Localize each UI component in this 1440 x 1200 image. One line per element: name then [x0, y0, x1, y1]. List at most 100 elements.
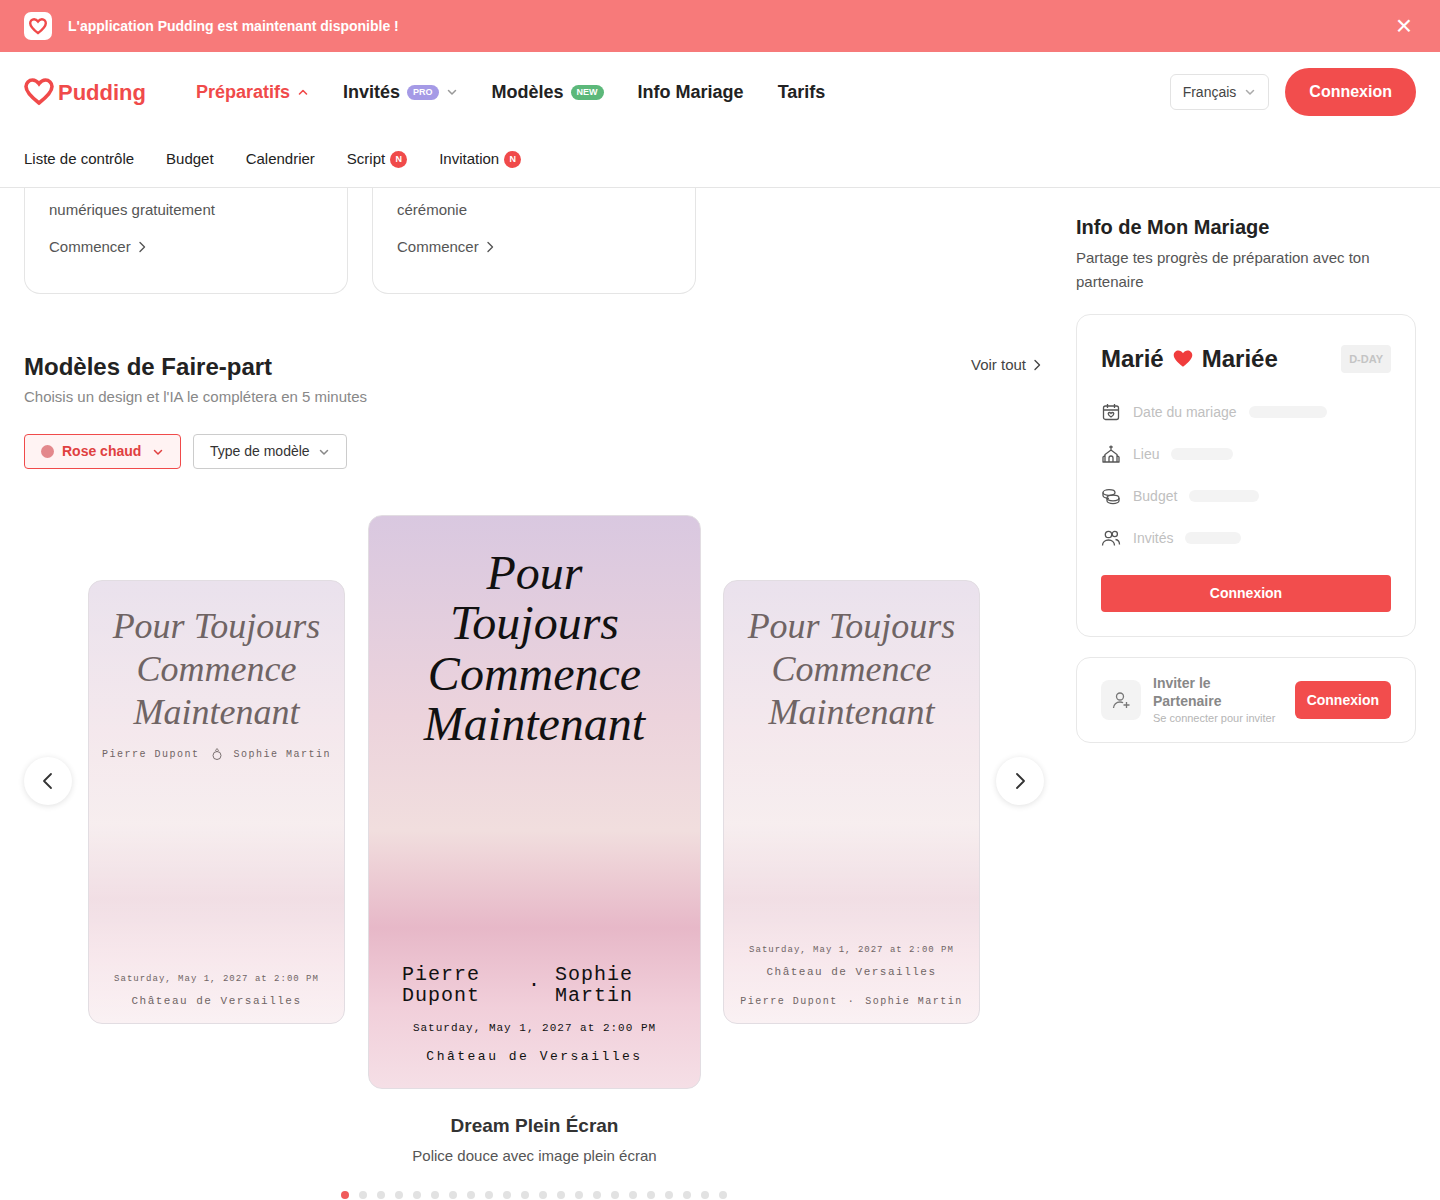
color-dot	[41, 445, 54, 458]
nav-label: Préparatifs	[196, 79, 290, 106]
nav-item[interactable]: Info Mariage	[638, 79, 744, 106]
arrow-left-icon	[37, 770, 59, 792]
start-link[interactable]: Commencer	[397, 236, 497, 259]
couple-title: MariéMariée	[1101, 341, 1278, 377]
section-subtitle: Choisis un design et l'IA le complétera …	[24, 386, 367, 408]
page-body: numériques gratuitementCommencercérémoni…	[0, 188, 1440, 1199]
feature-description: cérémonie	[397, 198, 671, 222]
panel-title: Info de Mon Mariage	[1076, 214, 1416, 240]
section-title: Modèles de Faire-part	[24, 352, 367, 382]
pagination-dot[interactable]	[629, 1191, 637, 1199]
language-select[interactable]: Français	[1170, 74, 1270, 110]
pagination-dot[interactable]	[593, 1191, 601, 1199]
bride-name: Sophie Martin	[555, 964, 667, 1006]
chevron-right-icon	[1030, 358, 1044, 372]
pagination-dot[interactable]	[377, 1191, 385, 1199]
invitation-preview[interactable]: Pour Toujours Commence MaintenantPierre …	[368, 515, 701, 1089]
pagination-dot[interactable]	[539, 1191, 547, 1199]
language-label: Français	[1183, 82, 1237, 103]
chevron-right-icon	[135, 240, 149, 254]
pagination-dot[interactable]	[701, 1191, 709, 1199]
pagination-dot[interactable]	[665, 1191, 673, 1199]
banner-text: L'application Pudding est maintenant dis…	[68, 16, 399, 37]
subnav-item[interactable]: Liste de contrôle	[24, 148, 134, 171]
wedding-field: Budget	[1101, 475, 1391, 517]
subnav-item[interactable]: ScriptN	[347, 148, 407, 171]
calendar-icon	[1101, 402, 1121, 422]
new-badge: N	[390, 151, 407, 168]
field-placeholder	[1189, 490, 1259, 502]
pagination-dot[interactable]	[449, 1191, 457, 1199]
pagination-dot[interactable]	[719, 1191, 727, 1199]
field-label: Lieu	[1133, 444, 1159, 465]
filter-dropdown[interactable]: Rose chaud	[24, 434, 181, 469]
subnav-label: Calendrier	[246, 148, 315, 171]
subnav-item[interactable]: Calendrier	[246, 148, 315, 171]
logo[interactable]: Pudding	[24, 76, 146, 109]
chevron-up-icon	[297, 86, 309, 98]
ring-icon	[210, 747, 224, 761]
bride-name: Sophie Martin	[865, 994, 963, 1009]
wedding-info-panel: Info de Mon MariagePartage tes progrès d…	[1076, 188, 1416, 1199]
nav-item[interactable]: Tarifs	[778, 79, 826, 106]
couple-names: Pierre DupontSophie Martin	[102, 747, 331, 762]
sub-navbar: Liste de contrôle Budget Calendrier ScriptN…	[0, 132, 1440, 188]
section-header: Modèles de Faire-part Choisis un design e…	[24, 352, 1044, 408]
login-button[interactable]: Connexion	[1101, 575, 1391, 612]
invitation-title: Pour Toujours Commence Maintenant	[405, 548, 665, 750]
feature-card[interactable]: cérémonie Commencer	[372, 188, 696, 294]
pagination-dot[interactable]	[341, 1191, 349, 1199]
pagination-dot[interactable]	[395, 1191, 403, 1199]
template-slide[interactable]: Pour Toujours Commence Maintenant Pierre …	[88, 580, 345, 1024]
pagination-dot[interactable]	[683, 1191, 691, 1199]
invitation-title: Pour Toujours Commence Maintenant	[102, 605, 332, 735]
invitation-preview[interactable]: Pour Toujours Commence MaintenantSaturda…	[723, 580, 980, 1024]
wedding-field: Date du mariage	[1101, 391, 1391, 433]
nav-menu: Préparatifs InvitésPRO ModèlesNEW Info Mari…	[196, 79, 825, 106]
invitation-preview[interactable]: Pour Toujours Commence Maintenant Pierre …	[88, 580, 345, 1024]
pagination-dot[interactable]	[413, 1191, 421, 1199]
nav-label: Invités	[343, 79, 400, 106]
pagination-dot[interactable]	[611, 1191, 619, 1199]
pagination-dot[interactable]	[431, 1191, 439, 1199]
nav-item[interactable]: ModèlesNEW	[492, 79, 604, 106]
previous-button[interactable]	[24, 757, 72, 805]
close-button[interactable]: ×	[1394, 12, 1414, 40]
see-all-link[interactable]: Voir tout	[971, 354, 1044, 377]
pagination-dot[interactable]	[467, 1191, 475, 1199]
login-button[interactable]: Connexion	[1285, 68, 1416, 116]
next-button[interactable]	[996, 757, 1044, 805]
couple-names: Pierre Dupont·Sophie Martin	[740, 994, 963, 1009]
heart-logo-icon	[24, 78, 54, 106]
nav-item[interactable]: InvitésPRO	[343, 79, 458, 106]
template-slide[interactable]: Pour Toujours Commence MaintenantSaturda…	[723, 580, 980, 1024]
pagination-dot[interactable]	[647, 1191, 655, 1199]
wedding-fields: Date du mariage Lieu BudgetInvités	[1101, 391, 1391, 559]
invite-login-button[interactable]: Connexion	[1295, 681, 1391, 719]
logo-text: Pudding	[58, 76, 146, 109]
people-icon	[1101, 528, 1121, 548]
pagination-dot[interactable]	[485, 1191, 493, 1199]
bride-label: Mariée	[1202, 341, 1278, 377]
pagination-dot[interactable]	[557, 1191, 565, 1199]
nav-item[interactable]: Préparatifs	[196, 79, 309, 106]
start-link[interactable]: Commencer	[49, 236, 149, 259]
subnav-item[interactable]: InvitationN	[439, 148, 521, 171]
pagination-dot[interactable]	[575, 1191, 583, 1199]
wedding-field: Invités	[1101, 517, 1391, 559]
subnav-label: Budget	[166, 148, 214, 171]
subnav-item[interactable]: Budget	[166, 148, 214, 171]
wedding-info-card: MariéMariéeD-DAYDate du mariageLieuBudge…	[1076, 314, 1416, 637]
see-all-label: Voir tout	[971, 354, 1026, 377]
template-slide[interactable]: Pour Toujours Commence MaintenantPierre …	[368, 515, 701, 1167]
invitation-venue: Château de Versailles	[766, 964, 936, 981]
invite-title: Inviter le Partenaire	[1153, 674, 1283, 710]
pagination-dot[interactable]	[359, 1191, 367, 1199]
pagination-dot[interactable]	[503, 1191, 511, 1199]
nav-label: Info Mariage	[638, 79, 744, 106]
pagination-dot[interactable]	[521, 1191, 529, 1199]
feature-card[interactable]: numériques gratuitementCommencer	[24, 188, 348, 294]
chevron-down-icon	[318, 446, 330, 458]
filter-dropdown[interactable]: Type de modèle	[193, 434, 347, 469]
field-placeholder	[1249, 406, 1327, 418]
